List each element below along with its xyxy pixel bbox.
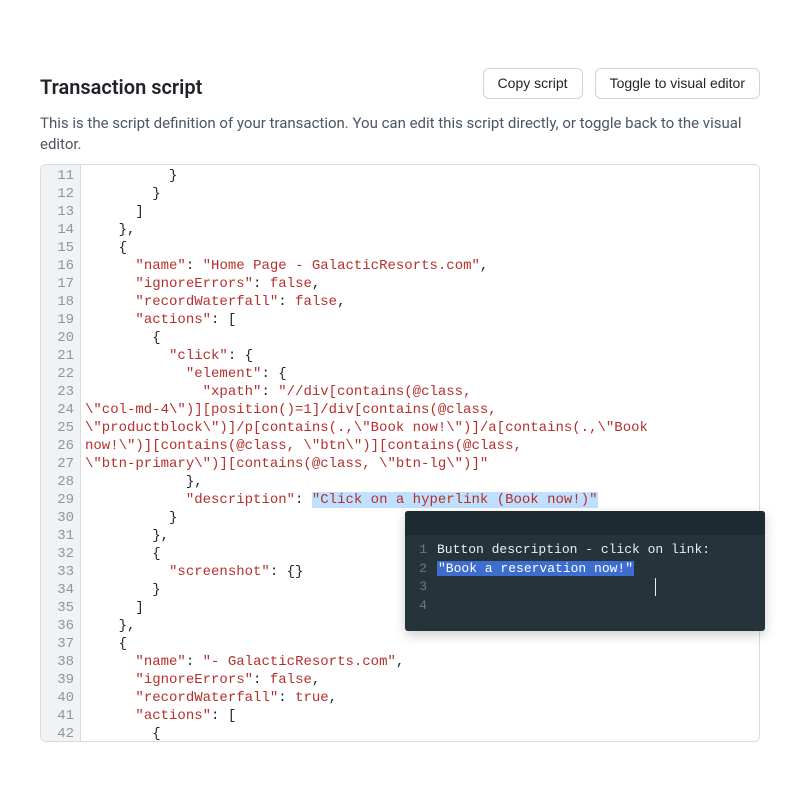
- code-line: "ignoreErrors": false,: [85, 275, 755, 293]
- header-row: Transaction script Copy script Toggle to…: [40, 68, 760, 99]
- code-line: "actions": [: [85, 707, 755, 725]
- code-line: now!\")][contains(@class, \"btn\")][cont…: [85, 437, 755, 455]
- floating-code[interactable]: Button description - click on link: "Boo…: [437, 541, 755, 625]
- code-line: },: [85, 473, 755, 491]
- toggle-editor-button[interactable]: Toggle to visual editor: [595, 68, 760, 99]
- floating-line-3: [437, 578, 755, 597]
- section-title: Transaction script: [40, 75, 202, 99]
- code-area[interactable]: } } ] }, { "name": "Home Page - Galactic…: [81, 165, 759, 741]
- section-subtitle: This is the script definition of your tr…: [40, 113, 760, 154]
- code-line: "element": {: [85, 365, 755, 383]
- floating-editor-body[interactable]: 1234 Button description - click on link:…: [405, 535, 765, 631]
- line-number-gutter: 1112131415161718192021222324252627282930…: [41, 165, 81, 741]
- code-line: \"btn-primary\")][contains(@class, \"btn…: [85, 455, 755, 473]
- floating-line-4: [437, 597, 755, 616]
- code-line: \"productblock\")]/p[contains(.,\"Book n…: [85, 419, 755, 437]
- code-line: {: [85, 725, 755, 741]
- code-line: ]: [85, 203, 755, 221]
- floating-line-1: Button description - click on link:: [437, 541, 755, 560]
- floating-editor-header[interactable]: [405, 511, 765, 535]
- page: Transaction script Copy script Toggle to…: [0, 0, 800, 800]
- code-line: "xpath": "//div[contains(@class,: [85, 383, 755, 401]
- code-line: "description": "Click on a hyperlink (Bo…: [85, 491, 755, 509]
- code-line: "name": "Home Page - GalacticResorts.com…: [85, 257, 755, 275]
- floating-line-2: "Book a reservation now!": [437, 560, 755, 579]
- code-line: },: [85, 221, 755, 239]
- code-line: "actions": [: [85, 311, 755, 329]
- code-line: "recordWaterfall": false,: [85, 293, 755, 311]
- code-line: }: [85, 185, 755, 203]
- code-line: }: [85, 167, 755, 185]
- copy-script-button[interactable]: Copy script: [483, 68, 583, 99]
- code-line: "name": "- GalacticResorts.com",: [85, 653, 755, 671]
- floating-highlight: "Book a reservation now!": [437, 561, 634, 576]
- code-line: "ignoreErrors": false,: [85, 671, 755, 689]
- code-line: "recordWaterfall": true,: [85, 689, 755, 707]
- code-line: {: [85, 329, 755, 347]
- text-cursor: [655, 578, 656, 596]
- code-line: {: [85, 239, 755, 257]
- code-line: {: [85, 635, 755, 653]
- floating-editor[interactable]: 1234 Button description - click on link:…: [405, 511, 765, 631]
- floating-line-gutter: 1234: [405, 541, 437, 625]
- button-group: Copy script Toggle to visual editor: [483, 68, 760, 99]
- code-line: "click": {: [85, 347, 755, 365]
- script-editor[interactable]: 1112131415161718192021222324252627282930…: [40, 164, 760, 742]
- code-line: \"col-md-4\")][position()=1]/div[contain…: [85, 401, 755, 419]
